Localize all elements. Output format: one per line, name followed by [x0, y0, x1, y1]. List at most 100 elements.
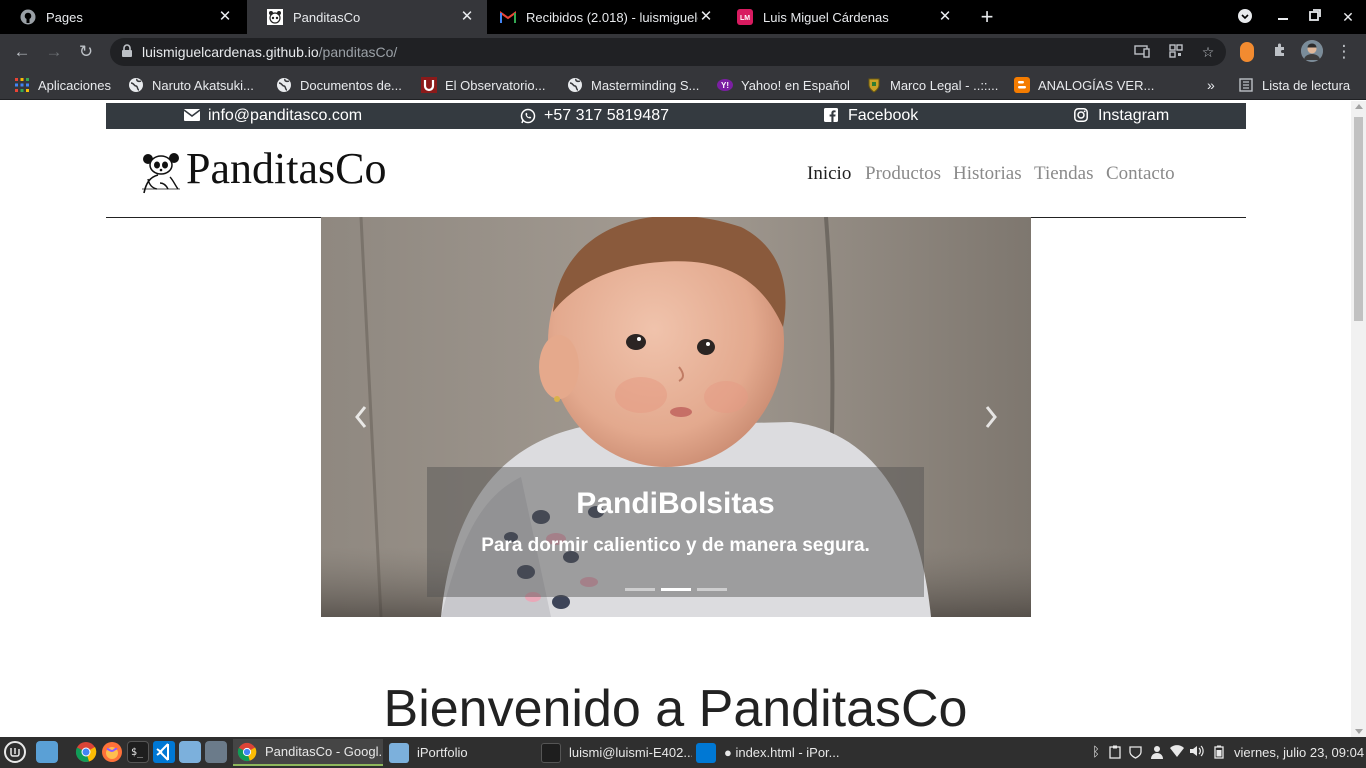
close-icon[interactable]: ✕ — [217, 9, 233, 25]
browser-toolbar: ← → ↻ luismiguelcardenas.github.io/pandi… — [0, 34, 1366, 70]
tab-luis-miguel[interactable]: LM Luis Miguel Cárdenas ✕ — [727, 0, 965, 34]
shield-crest-icon — [866, 77, 882, 93]
extension-icon[interactable] — [1240, 42, 1254, 62]
reading-list-button[interactable]: Lista de lectura — [1238, 77, 1350, 93]
nav-tiendas[interactable]: Tiendas — [1034, 163, 1093, 185]
shield-icon[interactable] — [1128, 745, 1142, 759]
volume-icon[interactable] — [1190, 745, 1204, 759]
menu-kebab-icon[interactable]: ⋮ — [1334, 42, 1354, 62]
bookmark-documentos[interactable]: Documentos de... — [276, 77, 402, 93]
tab-search-icon[interactable] — [1236, 8, 1254, 26]
taskbar-item-label: ● index.html - iPor... — [724, 745, 840, 760]
taskbar-item-terminal[interactable]: luismi@luismi-E402... — [537, 739, 692, 766]
taskbar-clock[interactable]: viernes, julio 23, 09:04 — [1234, 745, 1364, 760]
wifi-icon[interactable] — [1170, 745, 1184, 759]
carousel-next-chevron-icon[interactable] — [979, 403, 1003, 431]
clipboard-icon[interactable] — [1108, 745, 1122, 759]
close-icon[interactable]: ✕ — [937, 9, 953, 25]
close-icon[interactable]: ✕ — [459, 9, 475, 25]
cast-icon[interactable] — [1134, 44, 1150, 60]
yahoo-icon: Y! — [717, 77, 733, 93]
bookmark-analogias[interactable]: ANALOGÍAS VER... — [1014, 77, 1154, 93]
terminal-launcher-icon[interactable]: $_ — [127, 741, 149, 763]
bookmark-marco-legal[interactable]: Marco Legal - ..::... — [866, 77, 998, 93]
bluetooth-icon[interactable]: ᛒ — [1089, 745, 1103, 759]
contact-facebook-link[interactable]: Facebook — [824, 107, 918, 125]
url-path: /panditasCo/ — [318, 44, 398, 60]
bookmarks-bar: Aplicaciones Naruto Akatsuki... Document… — [0, 70, 1366, 100]
bookmark-observatorio[interactable]: El Observatorio... — [421, 77, 545, 93]
lock-icon — [120, 44, 134, 58]
back-arrow-icon[interactable]: ← — [12, 42, 32, 62]
profile-avatar[interactable] — [1301, 40, 1323, 62]
nav-productos[interactable]: Productos — [865, 163, 941, 185]
scroll-up-arrow-icon[interactable] — [1355, 104, 1363, 109]
bookmark-naruto[interactable]: Naruto Akatsuki... — [128, 77, 254, 93]
bookmarks-overflow-chevron-icon[interactable]: » — [1207, 77, 1215, 93]
whatsapp-icon — [520, 108, 536, 124]
vscode-icon — [696, 742, 716, 763]
svg-text:Y!: Y! — [721, 81, 729, 90]
site-brand[interactable]: PanditasCo — [186, 143, 386, 194]
vscode-launcher-icon[interactable] — [153, 741, 175, 763]
tab-panditasco[interactable]: PanditasCo ✕ — [247, 0, 487, 34]
tab-pages[interactable]: Pages ✕ — [0, 0, 245, 34]
forward-arrow-icon[interactable]: → — [44, 42, 64, 62]
carousel-indicator-2[interactable] — [661, 588, 691, 591]
contact-email-link[interactable]: info@panditasco.com — [183, 107, 362, 125]
firefox-launcher-icon[interactable] — [101, 741, 123, 763]
terminal-icon — [541, 742, 561, 763]
contact-phone: +57 317 5819487 — [544, 107, 670, 124]
tab-gmail[interactable]: Recibidos (2.018) - luismiguelc ✕ — [488, 0, 726, 34]
contact-whatsapp-link[interactable]: +57 317 5819487 — [520, 107, 669, 125]
files-launcher-icon[interactable] — [179, 741, 201, 763]
bookmark-masterminding[interactable]: Masterminding S... — [567, 77, 699, 93]
minimize-icon[interactable] — [1274, 8, 1292, 26]
welcome-heading: Bienvenido a PanditasCo — [383, 680, 968, 737]
page-scrollbar[interactable] — [1351, 101, 1366, 737]
scroll-down-arrow-icon[interactable] — [1355, 729, 1363, 734]
panda-logo-icon[interactable] — [138, 149, 186, 197]
taskbar-item-vscode[interactable]: ● index.html - iPor... — [692, 739, 847, 766]
taskbar-item-iportfolio[interactable]: iPortfolio — [385, 739, 535, 766]
browser-tab-strip: Pages ✕ PanditasCo ✕ Recibidos (2.018) -… — [0, 0, 1366, 34]
tab-title: Pages — [46, 9, 83, 25]
carousel-indicator-1[interactable] — [625, 588, 655, 591]
bookmark-yahoo[interactable]: Y! Yahoo! en Español — [717, 77, 850, 93]
close-window-icon[interactable]: ✕ — [1339, 8, 1357, 26]
contact-instagram-link[interactable]: Instagram — [1074, 107, 1169, 125]
battery-icon[interactable] — [1212, 745, 1226, 759]
bookmark-label: Marco Legal - ..::... — [890, 77, 999, 93]
new-tab-button[interactable]: + — [976, 6, 998, 28]
contact-topbar: info@panditasco.com +57 317 5819487 Face… — [106, 103, 1246, 129]
scroll-thumb[interactable] — [1354, 117, 1363, 321]
extensions-puzzle-icon[interactable] — [1270, 42, 1290, 62]
nav-inicio[interactable]: Inicio — [807, 163, 851, 185]
close-icon[interactable]: ✕ — [698, 9, 714, 25]
reload-icon[interactable]: ↻ — [76, 42, 96, 62]
taskbar-item-chrome[interactable]: PanditasCo - Googl... — [233, 739, 383, 766]
chrome-launcher-icon[interactable] — [75, 741, 97, 763]
carousel-prev-chevron-icon[interactable] — [349, 403, 373, 431]
carousel-indicator-3[interactable] — [697, 588, 727, 591]
taskbar-item-label: iPortfolio — [417, 745, 468, 760]
gmail-icon — [500, 9, 516, 25]
nav-contacto[interactable]: Contacto — [1106, 163, 1175, 185]
address-bar[interactable]: luismiguelcardenas.github.io/panditasCo/… — [110, 38, 1226, 66]
page-viewport: info@panditasco.com +57 317 5819487 Face… — [0, 101, 1366, 737]
qr-code-icon[interactable] — [1168, 44, 1184, 60]
workspace-switcher-icon[interactable] — [205, 741, 227, 763]
restore-icon[interactable] — [1306, 8, 1324, 26]
facebook-icon — [824, 108, 840, 124]
bookmark-star-icon[interactable]: ☆ — [1200, 44, 1216, 60]
globe-icon — [128, 77, 144, 93]
show-desktop-icon[interactable] — [36, 741, 58, 763]
bookmark-aplicaciones[interactable]: Aplicaciones — [14, 77, 111, 93]
bookmark-label: Yahoo! en Español — [741, 77, 850, 93]
nav-historias[interactable]: Historias — [953, 163, 1022, 185]
blogger-icon — [1014, 77, 1030, 93]
url-text: luismiguelcardenas.github.io/panditasCo/ — [142, 44, 397, 60]
user-icon[interactable] — [1150, 745, 1164, 759]
envelope-icon — [183, 108, 201, 124]
mint-menu-icon[interactable] — [4, 741, 26, 763]
